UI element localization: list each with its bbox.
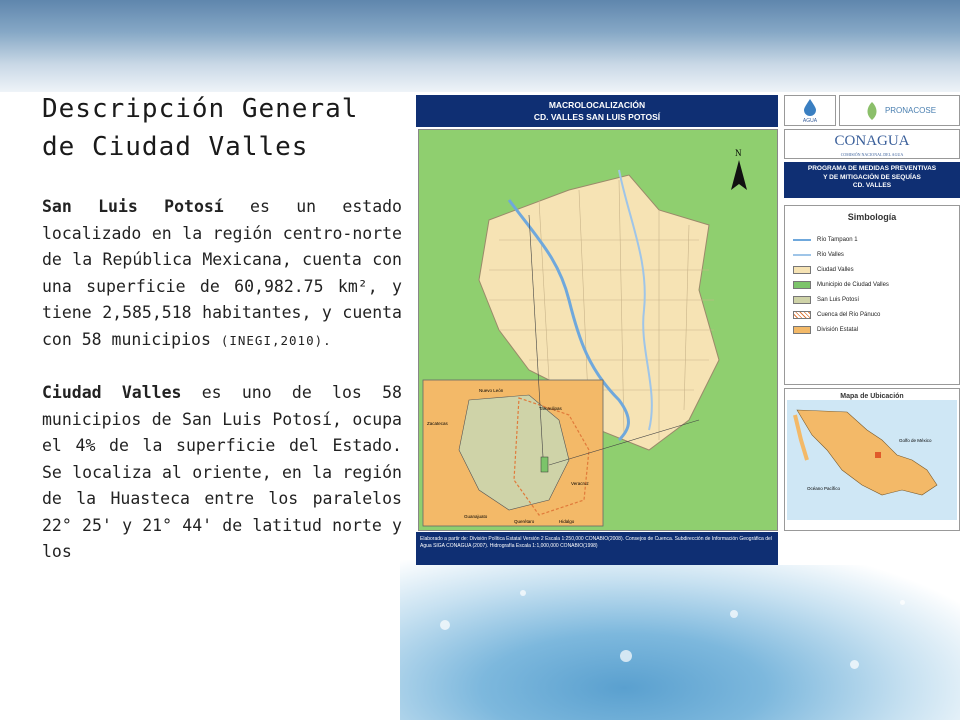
swatch-icon xyxy=(793,265,811,274)
programa-line3: CD. VALLES xyxy=(852,182,892,189)
page-title: Descripción General de Ciudad Valles xyxy=(42,94,359,162)
paragraph-san-luis-potosi: San Luis Potosí es un estado localizado … xyxy=(42,194,402,354)
mexico-map-svg: Golfo de México Océano Pacífico xyxy=(787,400,957,520)
inset-label: Zacatecas xyxy=(427,421,449,426)
legend-label: División Estatal xyxy=(817,326,859,333)
conagua-logo: CONAGUA COMISIÓN NACIONAL DEL AGUA xyxy=(784,129,960,159)
legend-box: Simbología Río Tampaon 1 Río Valles Ciud… xyxy=(784,205,960,385)
inset-label: Tamaulipas xyxy=(539,406,563,411)
legend-item: División Estatal xyxy=(785,322,959,337)
swatch-icon xyxy=(793,280,811,289)
legend-item: Municipio de Ciudad Valles xyxy=(785,277,959,292)
paragraph-ciudad-valles: Ciudad Valles es uno de los 58 municipio… xyxy=(42,380,402,566)
legend-title: Simbología xyxy=(847,212,897,222)
legend-item: Ciudad Valles xyxy=(785,262,959,277)
map-label: Golfo de México xyxy=(899,438,932,443)
inset-label: Nuevo León xyxy=(479,388,504,393)
inset-label: Guanajuato xyxy=(464,514,488,519)
bold-term: Ciudad Valles xyxy=(42,383,182,402)
legend-item: Río Tampaon 1 xyxy=(785,232,959,247)
programa-line2: Y DE MITIGACIÓN DE SEQUÍAS xyxy=(823,173,921,181)
legend-label: Río Tampaon 1 xyxy=(817,236,858,243)
location-map-box: Mapa de Ubicación Golfo de México Océano… xyxy=(784,388,960,531)
river-line-icon xyxy=(793,238,811,241)
pronacose-label: PRONACOSE xyxy=(884,106,937,115)
conagua-sublabel: COMISIÓN NACIONAL DEL AGUA xyxy=(840,152,904,157)
inset-label: Hidalgo xyxy=(559,519,575,524)
legend-label: San Luis Potosí xyxy=(817,296,860,303)
north-label: N xyxy=(735,148,742,158)
legend-label: Ciudad Valles xyxy=(817,266,854,273)
legend-label: Municipio de Ciudad Valles xyxy=(817,281,889,288)
legend-item: San Luis Potosí xyxy=(785,292,959,307)
inset-label: Querétaro xyxy=(514,519,535,524)
map-footer: Elaborado a partir de: División Política… xyxy=(416,532,778,565)
programa-box: PROGRAMA DE MEDIDAS PREVENTIVAS Y DE MIT… xyxy=(784,162,960,198)
map-panel: MACROLOCALIZACIÓN CD. VALLES SAN LUIS PO… xyxy=(416,95,960,565)
programa-line1: PROGRAMA DE MEDIDAS PREVENTIVAS xyxy=(807,165,937,172)
map-header-line1: MACROLOCALIZACIÓN xyxy=(548,100,646,110)
city-map-svg: N Nuevo León Zacatecas Tamaulipas Guanaj… xyxy=(419,130,777,530)
pronacose-logo: PRONACOSE xyxy=(839,95,960,126)
bold-term: San Luis Potosí xyxy=(42,197,224,216)
citation: (INEGI,2010). xyxy=(220,332,332,348)
paragraph-text: es uno de los 58 municipios de San Luis … xyxy=(42,383,402,561)
text-column: Descripción General de Ciudad Valles San… xyxy=(42,90,402,592)
legend-label: Río Valles xyxy=(817,251,844,258)
swatch-icon xyxy=(793,325,811,334)
map-header: MACROLOCALIZACIÓN CD. VALLES SAN LUIS PO… xyxy=(416,95,778,127)
map-label: Océano Pacífico xyxy=(807,486,841,491)
city-map: N Nuevo León Zacatecas Tamaulipas Guanaj… xyxy=(418,129,778,531)
legend-item: Cuenca del Río Pánuco xyxy=(785,307,959,322)
agua-logo-label: AGUA xyxy=(802,118,818,124)
swatch-icon xyxy=(793,295,811,304)
paragraph-text: es un estado localizado en la región cen… xyxy=(42,197,402,349)
header-band xyxy=(0,0,960,92)
river-line-icon xyxy=(793,253,811,256)
water-drop-icon xyxy=(804,99,816,116)
legend-item: Río Valles xyxy=(785,247,959,262)
location-map-title: Mapa de Ubicación xyxy=(840,393,904,400)
map-header-line2: CD. VALLES SAN LUIS POTOSÍ xyxy=(533,112,661,122)
conagua-label: CONAGUA xyxy=(834,133,910,149)
water-splash-decoration xyxy=(400,560,960,720)
legend-label: Cuenca del Río Pánuco xyxy=(817,311,881,318)
agua-logo: AGUA xyxy=(784,95,836,126)
hatch-swatch-icon xyxy=(793,310,811,319)
inset-label: Veracruz xyxy=(571,481,590,486)
leaf-icon xyxy=(867,101,877,120)
